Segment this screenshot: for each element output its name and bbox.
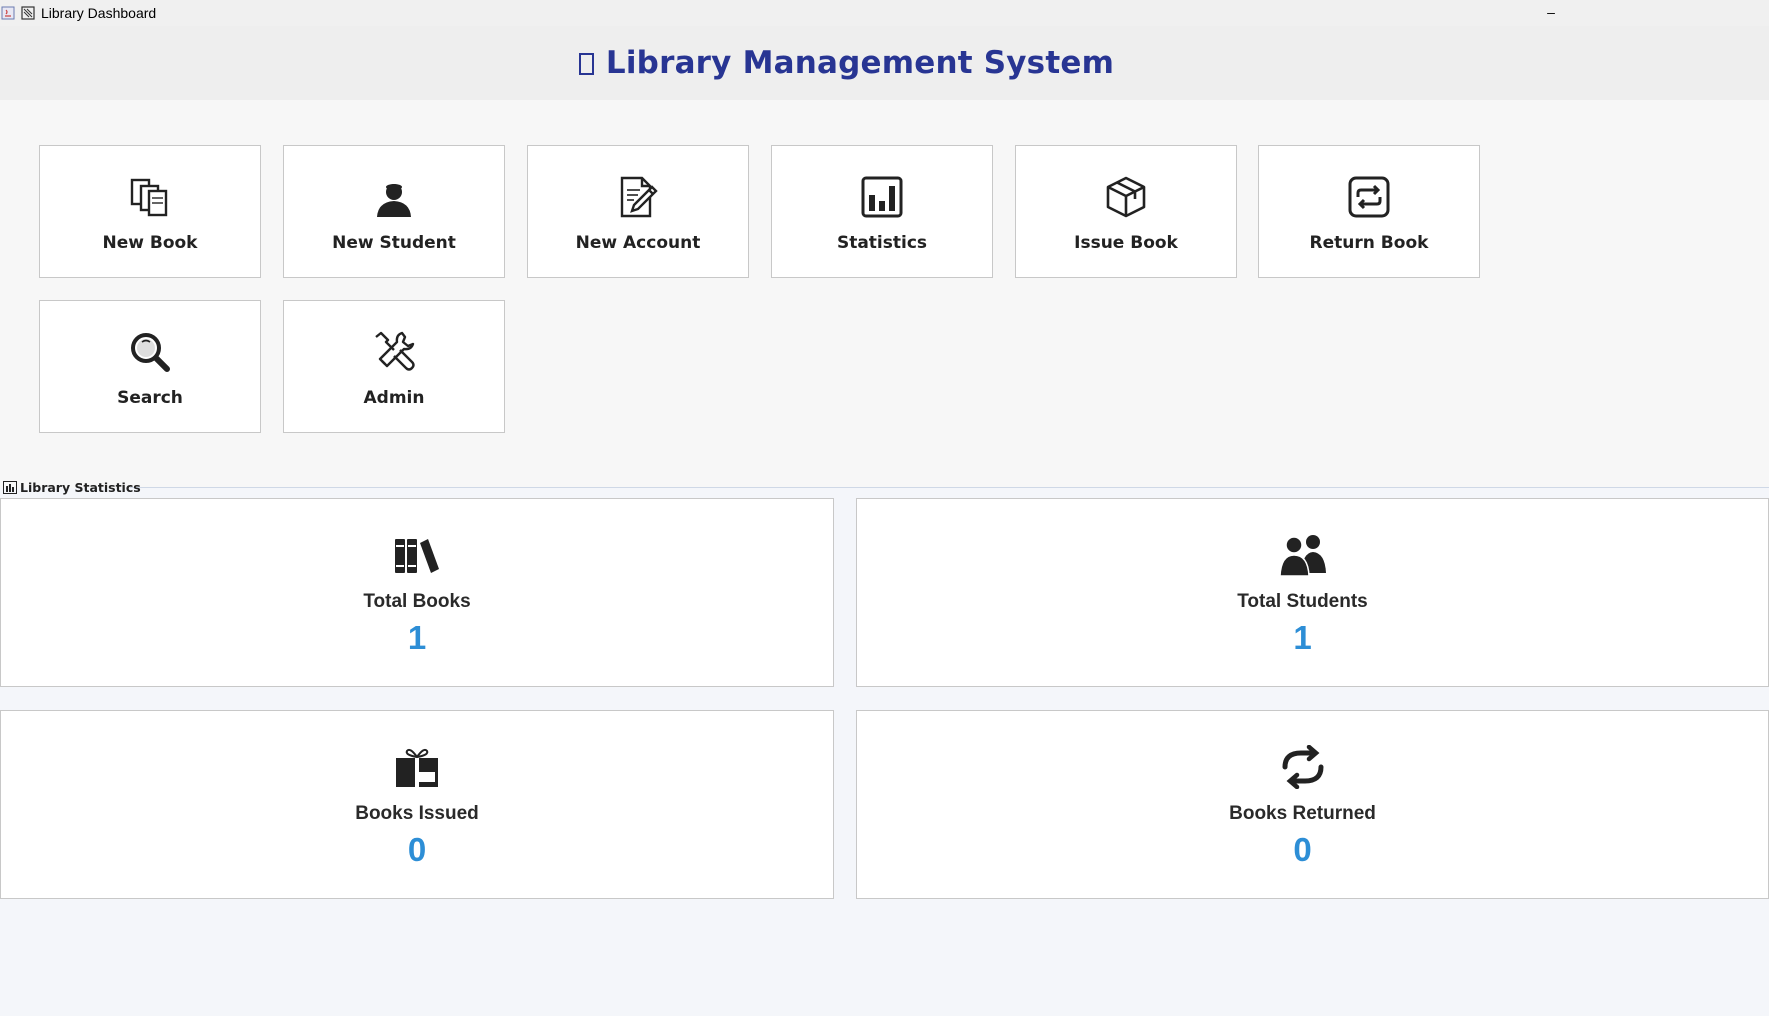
stats-section-divider [130,487,1769,488]
minimize-button[interactable]: – [1541,2,1561,22]
tile-label: New Student [332,233,456,253]
people-icon [1278,533,1328,577]
card-value: 0 [407,831,427,868]
card-value: 1 [1293,619,1312,656]
window-title-bar: Library Dashboard – [0,0,1769,26]
new-student-button[interactable]: New Student [283,145,505,278]
books-returned-card: Books Returned 0 [856,710,1769,899]
card-label: Books Issued [355,803,479,824]
package-icon [1102,173,1150,221]
app-header: Library Management System [0,26,1769,100]
books-shelf-icon [392,533,442,577]
tile-label: Return Book [1309,233,1429,253]
edit-document-icon [614,173,662,221]
tile-label: New Book [102,233,198,253]
issue-book-button[interactable]: Issue Book [1015,145,1237,278]
stats-title-text: Library Statistics [20,479,141,495]
tools-icon [370,328,418,376]
statistics-button[interactable]: Statistics [771,145,993,278]
book-glyph-icon [578,53,594,75]
books-app-icon [21,6,35,20]
tile-label: Issue Book [1074,233,1178,253]
repeat-icon [1345,173,1393,221]
window-title: Library Dashboard [41,5,157,21]
tile-label: Statistics [836,233,928,253]
bar-chart-small-icon [3,480,17,494]
card-label: Total Students [1237,591,1368,612]
page-title: Library Management System [578,45,1115,81]
gift-box-icon [392,745,442,789]
magnifier-icon [126,328,174,376]
card-label: Total Books [363,591,471,612]
admin-button[interactable]: Admin [283,300,505,433]
page-title-text: Library Management System [605,45,1115,81]
search-button[interactable]: Search [39,300,261,433]
bar-chart-icon [858,173,906,221]
total-students-card: Total Students 1 [856,498,1769,687]
stats-section-title: Library Statistics [3,479,141,495]
tile-label: Search [117,388,183,408]
card-label: Books Returned [1229,803,1376,824]
java-app-icon [1,6,15,20]
cycle-arrows-icon [1278,745,1328,789]
new-book-button[interactable]: New Book [39,145,261,278]
tile-label: Admin [363,388,425,408]
books-issued-card: Books Issued 0 [0,710,834,899]
card-value: 1 [407,619,427,656]
total-books-card: Total Books 1 [0,498,834,687]
student-icon [370,173,418,221]
tile-label: New Account [575,233,701,253]
new-account-button[interactable]: New Account [527,145,749,278]
return-book-button[interactable]: Return Book [1258,145,1480,278]
card-value: 0 [1293,831,1312,868]
books-copy-icon [126,173,174,221]
